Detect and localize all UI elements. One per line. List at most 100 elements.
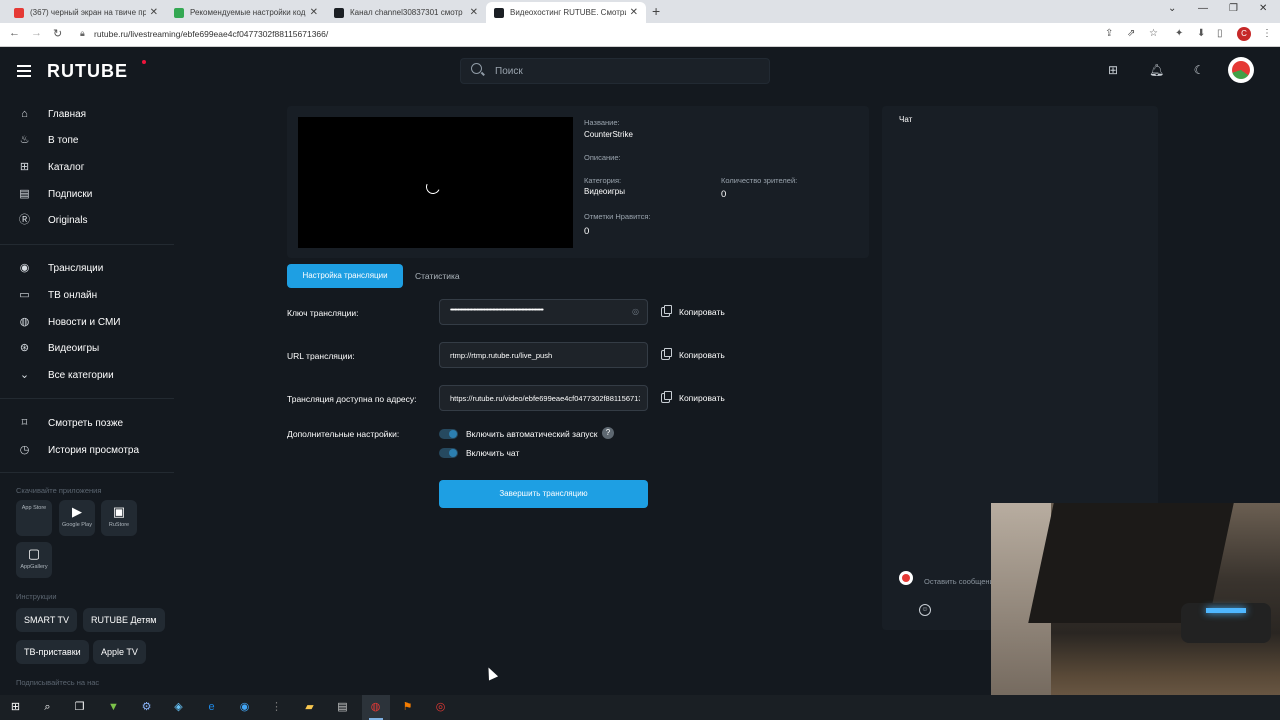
extra-settings-label: Дополнительные настройки: [287,429,400,439]
stream-address-label: Трансляция доступна по адресу: [287,394,417,404]
hamburger-menu-icon[interactable] [17,65,31,80]
sidebar-item-tv-online[interactable]: ▭ ТВ онлайн [0,284,174,306]
browser-tab[interactable]: Рекомендуемые настройки код ✕ [166,2,326,23]
profile-avatar[interactable]: C [1237,27,1251,41]
eye-hidden-icon[interactable]: ◎ [632,307,639,316]
settings-app-icon[interactable]: ⚙ [139,700,154,715]
maximize-icon[interactable]: ❐ [1229,3,1238,14]
reload-icon[interactable]: ↻ [53,27,62,40]
close-tab-icon[interactable]: ✕ [630,7,638,18]
url-text[interactable]: rutube.ru/livestreaming/ebfe699eae4cf047… [94,29,328,39]
app-label: RuStore [108,522,130,528]
webcam-overlay [991,503,1280,720]
install-icon[interactable]: ⇪ [1105,28,1113,39]
search-input[interactable] [495,63,755,79]
game-icon[interactable]: ⚑ [400,700,415,715]
upload-video-icon[interactable]: ⊞ [1106,63,1120,77]
obs-icon[interactable]: ◎ [433,700,448,715]
tab-search-icon[interactable]: ⌄ [1168,3,1176,14]
sidebar-item-label: ТВ онлайн [48,289,98,301]
sidebar-item-history[interactable]: ◷ История просмотра [0,439,174,461]
copy-address-button[interactable]: Копировать [661,391,725,403]
sidebar-item-broadcasts[interactable]: ◉ Трансляции [0,257,174,279]
moon-icon[interactable]: ☾ [1192,63,1206,77]
copy-icon [661,348,672,360]
side-panel-icon[interactable]: ▯ [1217,28,1223,39]
search-box[interactable] [460,58,770,84]
search-icon[interactable] [471,63,482,74]
emoji-icon[interactable]: ☺ [919,604,931,616]
close-tab-icon[interactable]: ✕ [470,7,478,18]
taskbar-active-chrome[interactable]: ◍ [362,695,390,720]
user-avatar[interactable] [1228,57,1254,83]
edge-icon[interactable]: e [204,700,219,715]
copy-key-button[interactable]: Копировать [661,305,725,317]
browser-icon[interactable]: ◉ [237,700,252,715]
lock-icon[interactable]: 🔒︎ [80,28,85,39]
steam-icon[interactable]: ◈ [171,700,186,715]
sidebar-item-subscriptions[interactable]: ▤ Подписки [0,183,174,205]
stream-category: Видеоигры [584,187,625,196]
autostart-toggle[interactable] [439,429,458,439]
new-tab-icon[interactable]: + [652,3,660,19]
browser-tab[interactable]: (367) черный экран на твиче пр ✕ [6,2,166,23]
stream-url-field[interactable]: rtmp://rtmp.rutube.ru/live_push [439,342,648,368]
minimize-icon[interactable]: — [1198,3,1208,14]
close-window-icon[interactable]: ✕ [1259,3,1267,14]
nvidia-icon[interactable]: ▼ [106,700,121,715]
sidebar-item-watch-later[interactable]: ⌑ Смотреть позже [0,412,174,434]
sidebar-item-videogames[interactable]: ⊛ Видеоигры [0,337,174,359]
chrome-icon[interactable]: ◍ [368,700,383,715]
share-icon[interactable]: ⇗ [1127,28,1135,39]
taskbar-search-icon[interactable]: ⌕ [40,700,55,715]
app-icon[interactable]: ⋮ [269,700,284,715]
originals-icon: Ⓡ [19,213,30,226]
extensions-icon[interactable]: ✦ [1175,28,1183,39]
forward-icon[interactable]: → [31,27,42,39]
app-label: AppGallery [20,564,48,570]
close-tab-icon[interactable]: ✕ [310,7,318,18]
help-icon[interactable]: ? [602,427,614,439]
tab-statistics[interactable]: Статистика [415,271,460,281]
browser-tab-active[interactable]: Видеохостинг RUTUBE. Смотри ✕ [486,2,646,23]
stream-key-field[interactable]: ••••••••••••••••••••••••••••••••••••••••… [439,299,648,325]
sidebar-item-all-categories[interactable]: ⌄ Все категории [0,364,174,386]
rustore-button[interactable]: ▣ RuStore [101,500,137,536]
google-play-button[interactable]: ▶ Google Play [59,500,95,536]
tv-icon: ▭ [19,288,30,301]
rutube-kids-button[interactable]: RUTUBE Детям [83,608,165,632]
downloads-icon[interactable]: ⬇ [1197,28,1205,39]
bell-icon[interactable]: 🔔︎ [1149,63,1164,77]
close-tab-icon[interactable]: ✕ [150,7,158,18]
app-label: App Store [21,505,47,511]
sidebar-item-catalog[interactable]: ⊞ Каталог [0,156,174,178]
browser-tab[interactable]: Канал channel30837301 смотр ✕ [326,2,486,23]
chevron-down-icon: ⌄ [19,368,30,381]
sidebar-item-originals[interactable]: Ⓡ Originals [0,209,174,231]
windows-start-icon[interactable]: ⊞ [8,700,23,715]
task-view-icon[interactable]: ❐ [72,700,87,715]
copy-icon [661,305,672,317]
app-store-button[interactable]: App Store [16,500,52,536]
smart-tv-button[interactable]: SMART TV [16,608,78,632]
browser-tab-title: Канал channel30837301 смотр [350,8,463,17]
apple-tv-button[interactable]: Apple TV [93,640,146,664]
gamepad-icon: ⊛ [19,341,30,354]
rutube-logo[interactable]: RUTUBE [47,61,128,82]
chat-message-input[interactable]: Оставить сообщение [924,577,994,586]
star-icon[interactable]: ☆ [1149,28,1158,39]
notes-icon[interactable]: ▤ [335,700,350,715]
back-icon[interactable]: ← [9,27,20,39]
sidebar-item-home[interactable]: ⌂ Главная [0,103,174,125]
end-stream-button[interactable]: Завершить трансляцию [439,480,648,508]
sidebar-item-news[interactable]: ◍ Новости и СМИ [0,311,174,333]
appgallery-button[interactable]: ▢ AppGallery [16,542,52,578]
file-explorer-icon[interactable]: ▰ [302,700,317,715]
stream-address-field[interactable]: https://rutube.ru/video/ebfe699eae4cf047… [439,385,648,411]
tab-stream-settings[interactable]: Настройка трансляции [287,264,403,288]
copy-url-button[interactable]: Копировать [661,348,725,360]
menu-dots-icon[interactable]: ⋮ [1262,28,1272,39]
sidebar-item-top[interactable]: ♨ В топе [0,129,174,151]
chat-toggle[interactable] [439,448,458,458]
tv-boxes-button[interactable]: ТВ-приставки [16,640,89,664]
